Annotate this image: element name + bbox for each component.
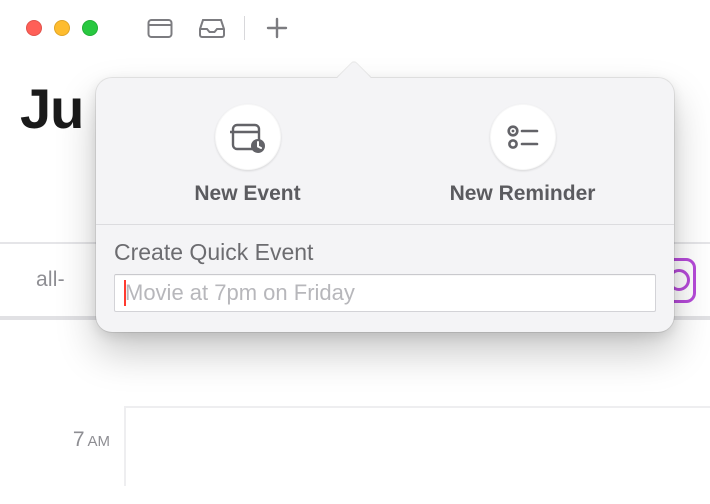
add-popover: New Event New Reminder Create Quick Even…	[96, 78, 674, 332]
new-reminder-button[interactable]: New Reminder	[385, 104, 660, 206]
text-cursor	[124, 280, 126, 306]
new-event-button[interactable]: New Event	[110, 104, 385, 206]
inbox-icon	[198, 17, 226, 39]
inbox-toolbar-button[interactable]	[186, 10, 238, 46]
quick-event-section: Create Quick Event	[96, 225, 674, 312]
new-reminder-label: New Reminder	[450, 182, 596, 206]
quick-event-input[interactable]	[114, 274, 656, 312]
reminders-list-icon	[506, 123, 540, 151]
add-toolbar-button[interactable]	[251, 10, 303, 46]
new-event-label: New Event	[194, 182, 300, 206]
new-reminder-icon-chip	[490, 104, 556, 170]
month-heading: Ju	[20, 76, 83, 141]
minimize-window-button[interactable]	[54, 20, 70, 36]
zoom-window-button[interactable]	[82, 20, 98, 36]
toolbar	[134, 10, 303, 46]
plus-icon	[266, 17, 288, 39]
quick-event-title: Create Quick Event	[114, 239, 656, 266]
window-titlebar	[0, 0, 710, 56]
new-event-icon-chip	[215, 104, 281, 170]
hour-cell[interactable]	[124, 406, 710, 486]
calendar-icon	[147, 17, 173, 39]
hour-value: 7	[73, 428, 85, 451]
hour-label: 7AM	[0, 406, 124, 486]
toolbar-separator	[244, 16, 245, 40]
calendar-add-icon	[230, 120, 266, 154]
window-controls	[26, 20, 98, 36]
close-window-button[interactable]	[26, 20, 42, 36]
calendars-toolbar-button[interactable]	[134, 10, 186, 46]
hour-row-7am: 7AM	[0, 406, 710, 486]
hour-meridiem: AM	[85, 433, 111, 450]
